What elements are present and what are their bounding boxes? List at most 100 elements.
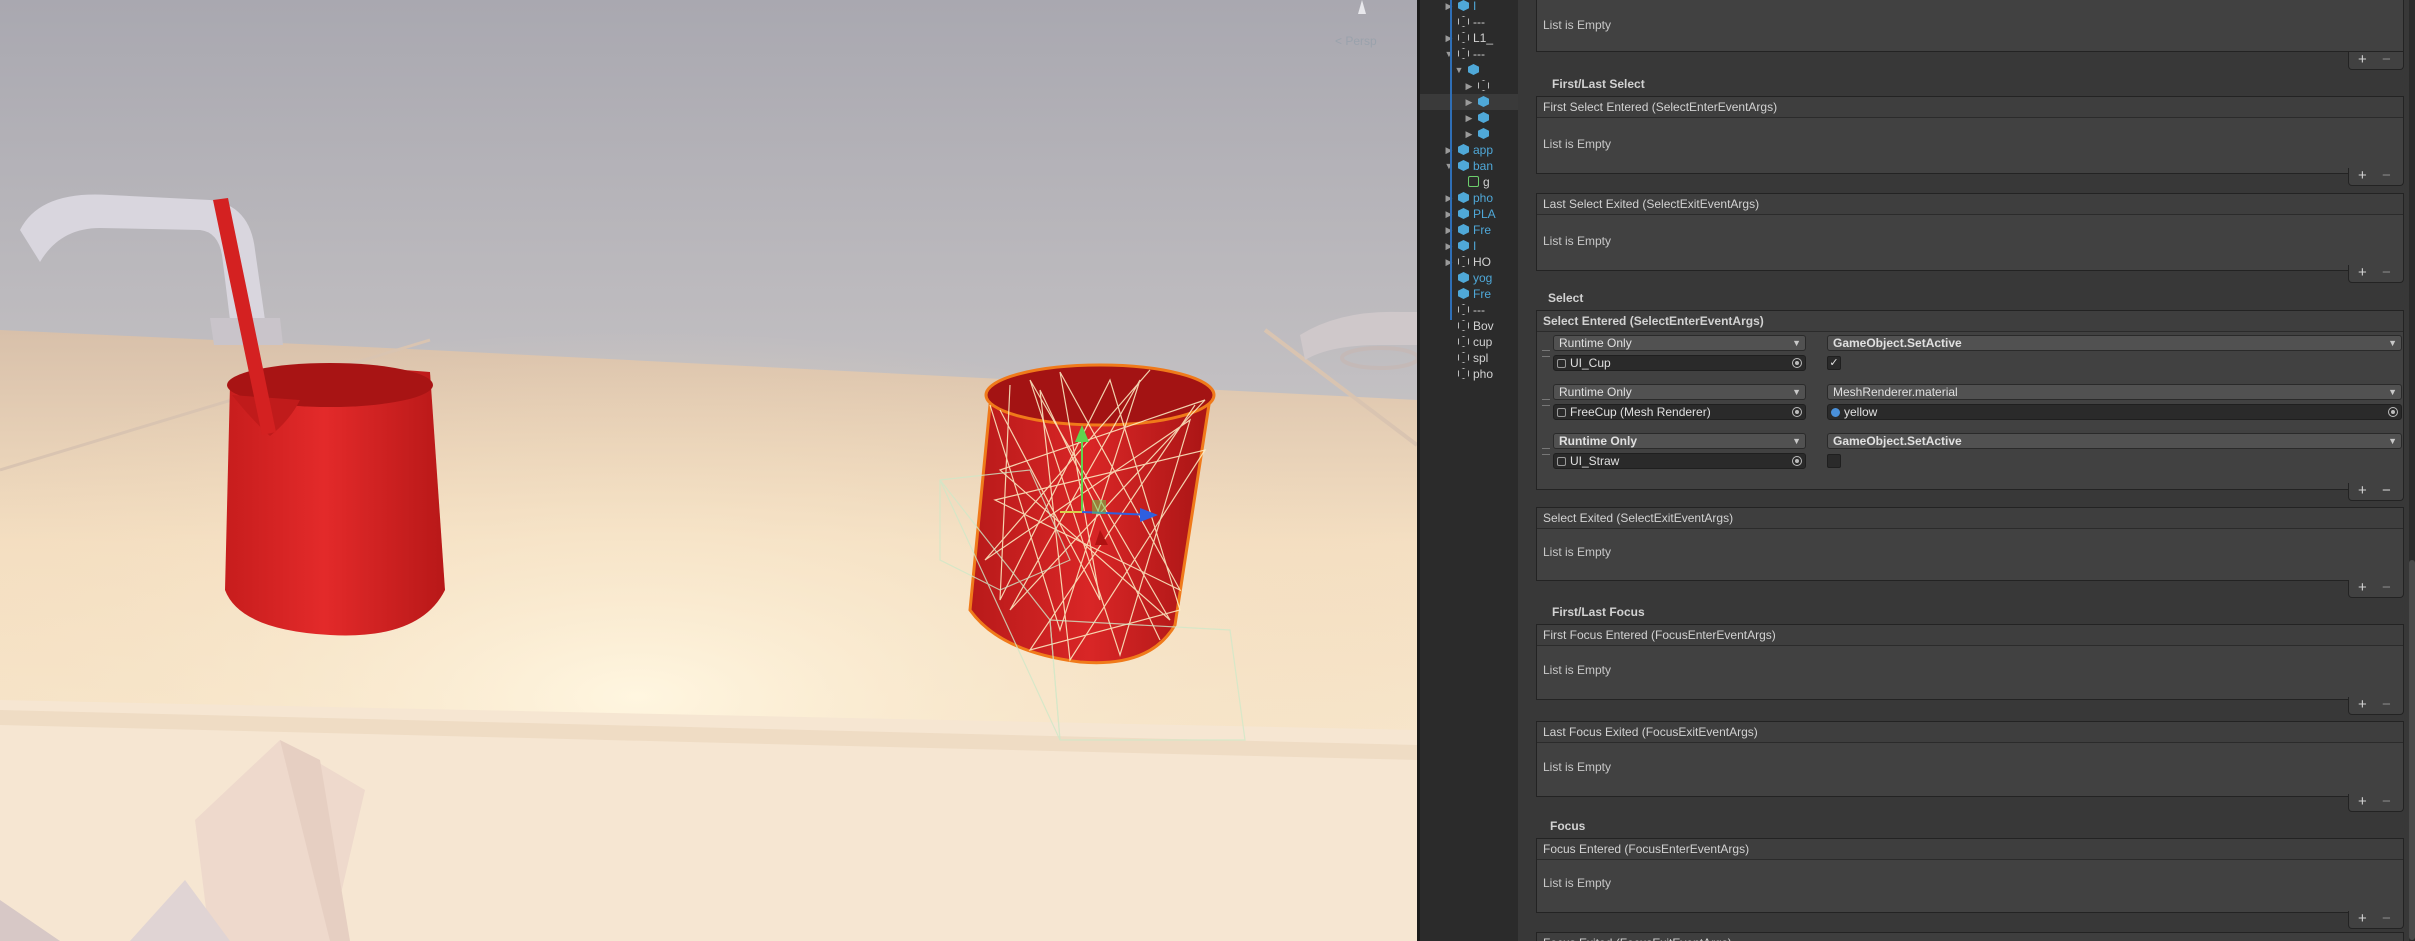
- object-picker-icon[interactable]: [1792, 456, 1802, 466]
- list-controls: + −: [2348, 265, 2404, 283]
- gameobject-icon: [1478, 96, 1489, 107]
- add-button[interactable]: +: [2358, 697, 2367, 713]
- collapse-arrow-icon[interactable]: ▶: [1464, 78, 1474, 94]
- target-object-field[interactable]: UI_Straw: [1553, 453, 1806, 469]
- remove-button[interactable]: −: [2382, 483, 2391, 499]
- collapse-arrow-icon[interactable]: ▶: [1464, 126, 1474, 142]
- hierarchy-item[interactable]: Fre: [1420, 286, 1518, 302]
- drag-handle-icon[interactable]: [1542, 448, 1550, 455]
- chevron-down-icon: ▼: [2388, 338, 2397, 348]
- section-first-last-select[interactable]: First/Last Select: [1552, 77, 1645, 91]
- target-object-field[interactable]: UI_Cup: [1553, 355, 1806, 371]
- hierarchy-item[interactable]: ▶: [1420, 126, 1518, 142]
- remove-button[interactable]: −: [2382, 265, 2391, 281]
- add-button[interactable]: +: [2358, 911, 2367, 927]
- gameobject-icon: [1458, 336, 1469, 347]
- function-dropdown[interactable]: GameObject.SetActive ▼: [1827, 433, 2402, 449]
- collapse-arrow-icon[interactable]: ▶: [1444, 30, 1454, 46]
- collapse-arrow-icon[interactable]: ▶: [1464, 110, 1474, 126]
- expand-arrow-icon[interactable]: ▼: [1454, 62, 1464, 78]
- collapse-arrow-icon[interactable]: ▶: [1444, 254, 1454, 270]
- hierarchy-item-label: Fre: [1473, 223, 1491, 237]
- scene-viewport[interactable]: [0, 0, 1417, 941]
- hierarchy-item[interactable]: ▶: [1420, 94, 1518, 110]
- section-first-last-focus[interactable]: First/Last Focus: [1552, 605, 1645, 619]
- hierarchy-item[interactable]: ▶ app: [1420, 142, 1518, 158]
- hierarchy-item[interactable]: ▶ pho: [1420, 190, 1518, 206]
- hierarchy-item-label: PLA: [1473, 207, 1496, 221]
- collapse-arrow-icon[interactable]: ▶: [1444, 222, 1454, 238]
- function-dropdown[interactable]: MeshRenderer.material ▼: [1827, 384, 2402, 400]
- hierarchy-item[interactable]: ▶ L1_: [1420, 30, 1518, 46]
- hierarchy-item[interactable]: ---: [1420, 14, 1518, 30]
- add-button[interactable]: +: [2358, 265, 2367, 281]
- hierarchy-panel[interactable]: ▶ I --- ▶ L1_ ▼ --- ▼ ▶ ▶ ▶ ▶ ▶ app ▼ ban g ▶ pho ▶ PLA ▶ Fre ▶…: [1417, 0, 1518, 941]
- hierarchy-item[interactable]: ▶ PLA: [1420, 206, 1518, 222]
- hierarchy-item[interactable]: ▶: [1420, 110, 1518, 126]
- expand-arrow-icon[interactable]: ▼: [1444, 46, 1454, 62]
- list-empty-text: List is Empty: [1543, 545, 1612, 559]
- hierarchy-item[interactable]: pho: [1420, 366, 1518, 382]
- hierarchy-item[interactable]: ▶ I: [1420, 238, 1518, 254]
- drag-handle-icon[interactable]: [1542, 350, 1550, 357]
- remove-button[interactable]: −: [2382, 52, 2391, 68]
- list-controls: + −: [2348, 794, 2404, 812]
- value-checkbox[interactable]: ✓: [1827, 356, 1841, 370]
- remove-button[interactable]: −: [2382, 794, 2391, 810]
- add-button[interactable]: +: [2358, 580, 2367, 596]
- add-button[interactable]: +: [2358, 483, 2367, 499]
- hierarchy-item[interactable]: yog: [1420, 270, 1518, 286]
- runtime-mode-dropdown[interactable]: Runtime Only ▼: [1553, 335, 1806, 351]
- inspector-scrollbar[interactable]: [2409, 0, 2415, 941]
- object-picker-icon[interactable]: [1792, 358, 1802, 368]
- hierarchy-item[interactable]: cup: [1420, 334, 1518, 350]
- hierarchy-item[interactable]: ▶ HO: [1420, 254, 1518, 270]
- add-button[interactable]: +: [2358, 52, 2367, 68]
- remove-button[interactable]: −: [2382, 697, 2391, 713]
- hierarchy-item[interactable]: g: [1420, 174, 1518, 190]
- projection-label[interactable]: < Persp: [1335, 34, 1377, 48]
- section-focus[interactable]: Focus: [1550, 819, 1585, 833]
- hierarchy-item[interactable]: Bov: [1420, 318, 1518, 334]
- hierarchy-item-label: cup: [1473, 335, 1493, 349]
- gameobject-icon: [1458, 0, 1469, 11]
- target-object-field[interactable]: FreeCup (Mesh Renderer): [1553, 404, 1806, 420]
- hierarchy-item[interactable]: ▼ ban: [1420, 158, 1518, 174]
- expand-arrow-icon[interactable]: ▼: [1444, 158, 1454, 174]
- material-field[interactable]: yellow: [1827, 404, 2402, 420]
- function-dropdown[interactable]: GameObject.SetActive ▼: [1827, 335, 2402, 351]
- material-icon: [1831, 408, 1840, 417]
- value-checkbox[interactable]: [1827, 454, 1841, 468]
- hierarchy-item[interactable]: spl: [1420, 350, 1518, 366]
- hierarchy-item[interactable]: ▶: [1420, 78, 1518, 94]
- collapse-arrow-icon[interactable]: ▶: [1464, 94, 1474, 110]
- add-button[interactable]: +: [2358, 794, 2367, 810]
- hierarchy-item[interactable]: ---: [1420, 302, 1518, 318]
- gameobject-icon: [1458, 352, 1469, 363]
- drag-handle-icon[interactable]: [1542, 399, 1550, 406]
- list-empty-text: List is Empty: [1543, 234, 1612, 248]
- remove-button[interactable]: −: [2382, 168, 2391, 184]
- remove-button[interactable]: −: [2382, 580, 2391, 596]
- collapse-arrow-icon[interactable]: ▶: [1444, 190, 1454, 206]
- inspector-panel[interactable]: List is Empty + − First/Last Select Firs…: [1518, 0, 2415, 941]
- runtime-mode-dropdown[interactable]: Runtime Only ▼: [1553, 433, 1806, 449]
- scene-view[interactable]: < Persp: [0, 0, 1417, 941]
- hierarchy-item[interactable]: ▶ I: [1420, 0, 1518, 14]
- remove-button[interactable]: −: [2382, 911, 2391, 927]
- runtime-mode-dropdown[interactable]: Runtime Only ▼: [1553, 384, 1806, 400]
- collapse-arrow-icon[interactable]: ▶: [1444, 206, 1454, 222]
- add-button[interactable]: +: [2358, 168, 2367, 184]
- object-picker-icon[interactable]: [1792, 407, 1802, 417]
- hierarchy-item[interactable]: ▼: [1420, 62, 1518, 78]
- list-controls: + −: [2348, 483, 2404, 501]
- hierarchy-item[interactable]: ▼ ---: [1420, 46, 1518, 62]
- event-last-select-exited: Last Select Exited (SelectExitEventArgs)…: [1536, 193, 2404, 271]
- collapse-arrow-icon[interactable]: ▶: [1444, 142, 1454, 158]
- scrollbar-thumb[interactable]: [2409, 560, 2415, 940]
- collapse-arrow-icon[interactable]: ▶: [1444, 0, 1454, 14]
- collapse-arrow-icon[interactable]: ▶: [1444, 238, 1454, 254]
- hierarchy-item[interactable]: ▶ Fre: [1420, 222, 1518, 238]
- object-picker-icon[interactable]: [2388, 407, 2398, 417]
- section-select[interactable]: Select: [1548, 291, 1583, 305]
